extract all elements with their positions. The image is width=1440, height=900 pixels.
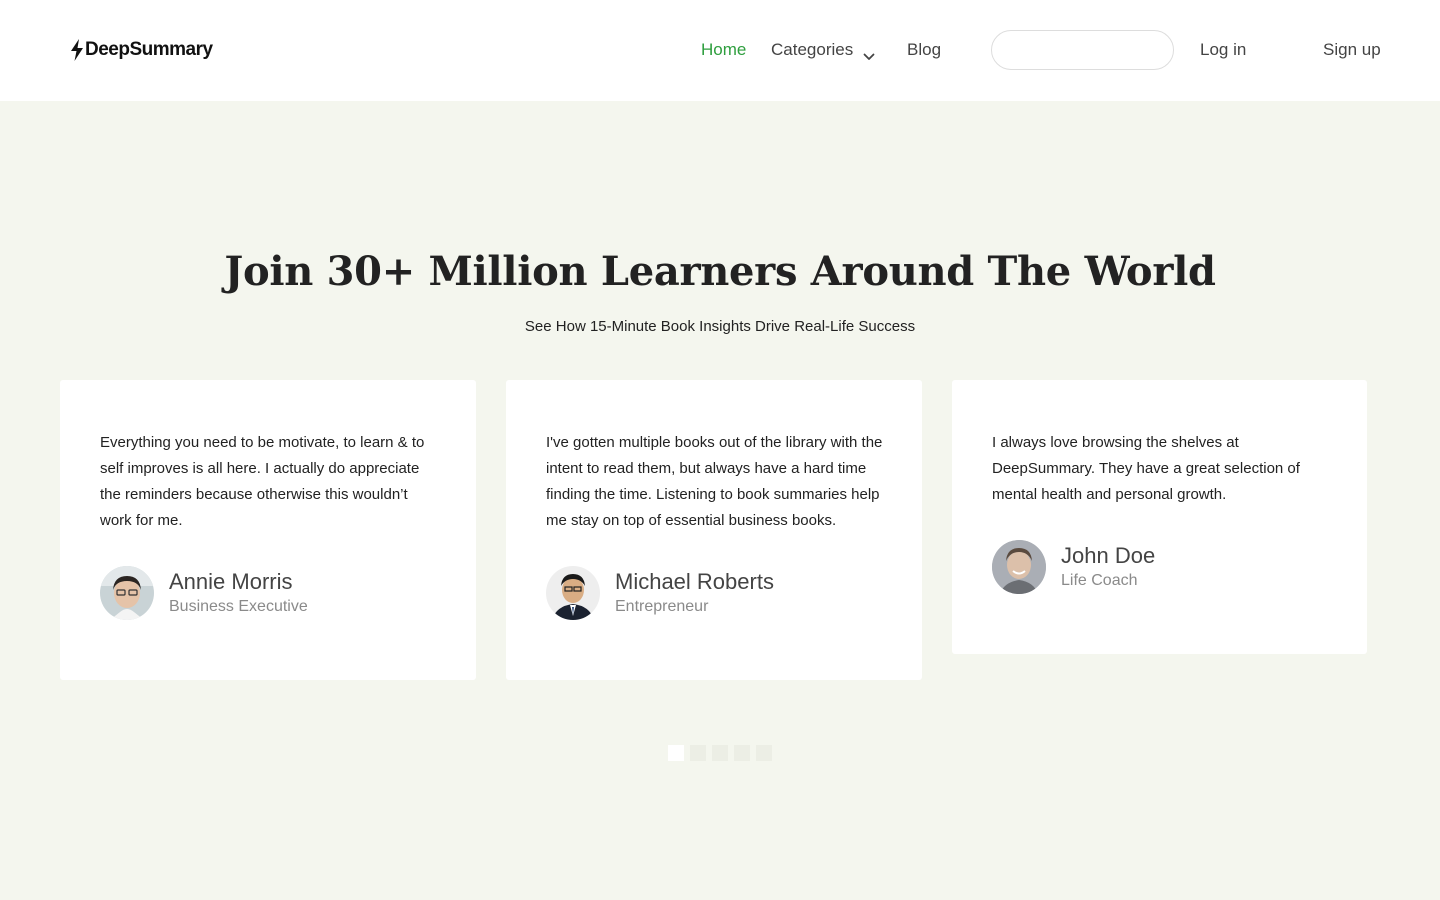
- avatar: [546, 566, 600, 620]
- testimonial-quote: I've gotten multiple books out of the li…: [546, 434, 883, 529]
- carousel-dot[interactable]: [690, 745, 706, 761]
- carousel-dot[interactable]: [756, 745, 772, 761]
- testimonial-card: I always love browsing the shelves at De…: [952, 380, 1367, 654]
- author-role: Entrepreneur: [615, 598, 709, 615]
- signup-link[interactable]: Sign up: [1323, 40, 1381, 60]
- author-info: Michael Roberts Entrepreneur: [615, 569, 774, 617]
- brand-logo[interactable]: DeepSummary: [70, 38, 213, 62]
- carousel-dot[interactable]: [668, 745, 684, 761]
- carousel-dot[interactable]: [734, 745, 750, 761]
- author-name: Michael Roberts: [615, 569, 774, 594]
- testimonial-card: Everything you need to be motivate, to l…: [60, 380, 476, 680]
- author-name: Annie Morris: [169, 569, 293, 594]
- lightning-bolt-icon: [70, 39, 84, 61]
- nav-blog-link[interactable]: Blog: [907, 40, 941, 60]
- author-role: Life Coach: [1061, 572, 1138, 589]
- testimonial-quote: I always love browsing the shelves at De…: [992, 434, 1300, 503]
- chevron-down-icon: [863, 46, 875, 60]
- author-info: John Doe Life Coach: [1061, 543, 1155, 591]
- testimonial-author: Annie Morris Business Executive: [100, 566, 308, 620]
- testimonial-author: Michael Roberts Entrepreneur: [546, 566, 774, 620]
- nav-categories-dropdown[interactable]: Categories: [771, 40, 875, 60]
- author-role: Business Executive: [169, 598, 308, 615]
- carousel-pagination: [668, 745, 772, 761]
- testimonial-card: I've gotten multiple books out of the li…: [506, 380, 922, 680]
- nav-home-link[interactable]: Home: [701, 40, 746, 60]
- testimonial-author: John Doe Life Coach: [992, 540, 1155, 594]
- login-link[interactable]: Log in: [1200, 40, 1246, 60]
- site-header: DeepSummary Home Categories Blog Log in …: [0, 0, 1440, 101]
- carousel-dot[interactable]: [712, 745, 728, 761]
- avatar: [100, 566, 154, 620]
- brand-name: DeepSummary: [85, 39, 213, 60]
- author-info: Annie Morris Business Executive: [169, 569, 308, 617]
- author-name: John Doe: [1061, 543, 1156, 568]
- testimonial-quote: Everything you need to be motivate, to l…: [100, 434, 425, 529]
- hero-title: Join 30+ Million Learners Around The Wor…: [224, 248, 1216, 295]
- avatar: [992, 540, 1046, 594]
- nav-categories-label: Categories: [771, 40, 854, 59]
- search-input[interactable]: [991, 30, 1174, 70]
- hero-subtitle: See How 15-Minute Book Insights Drive Re…: [524, 318, 916, 335]
